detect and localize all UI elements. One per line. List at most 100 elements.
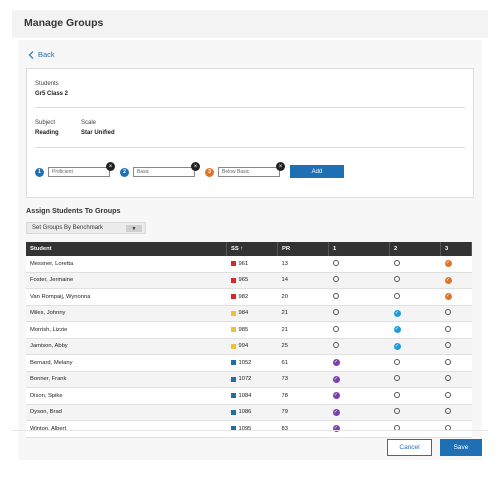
ss-cell: 1095	[226, 420, 278, 438]
radio-button[interactable]	[444, 309, 451, 316]
header-ss[interactable]: SS ↑	[226, 242, 278, 256]
cancel-button[interactable]: Cancel	[387, 439, 432, 456]
header-student[interactable]: Student	[26, 242, 227, 256]
selected-check-icon[interactable]: ✓	[444, 260, 452, 268]
footer-divider	[12, 430, 488, 431]
tier-name-input[interactable]: Below Basic ×	[218, 162, 285, 177]
subject-label: Subject	[35, 120, 56, 126]
group-1-cell	[328, 321, 390, 339]
radio-button[interactable]	[393, 276, 400, 283]
group-3-cell	[440, 404, 472, 421]
pr-value: 14	[277, 272, 329, 289]
tier-1: 1 Proficient ×	[35, 162, 115, 177]
radio-button[interactable]	[332, 276, 339, 283]
sort-up-icon: ↑	[240, 246, 244, 252]
radio-button[interactable]	[332, 292, 339, 299]
students-value: Gr5 Class 2	[35, 91, 69, 97]
add-group-button[interactable]: Add	[290, 165, 344, 178]
group-2-cell	[389, 256, 441, 273]
radio-button[interactable]	[393, 391, 400, 398]
student-name: Bernard, Melany	[26, 354, 227, 372]
subject-value: Reading	[35, 130, 59, 136]
student-name: Dixon, Spike	[26, 387, 227, 405]
selected-check-icon[interactable]: ✓	[332, 375, 340, 383]
table-row: Dyson, Brad 1086 79 ✓	[26, 404, 472, 421]
selected-check-icon[interactable]: ✓	[332, 408, 340, 416]
ss-value: 985	[238, 326, 249, 333]
tier-name-input[interactable]: Proficient ×	[48, 162, 115, 177]
radio-button[interactable]	[332, 259, 339, 266]
remove-tier-icon[interactable]: ×	[191, 162, 200, 171]
ss-value: 965	[238, 277, 249, 284]
radio-button[interactable]	[393, 358, 400, 365]
group-3-cell: ✓	[440, 288, 472, 306]
radio-button[interactable]	[444, 408, 451, 415]
header-group-1: 1	[328, 242, 390, 256]
radio-button[interactable]	[444, 358, 451, 365]
header-group-3: 3	[440, 242, 472, 256]
selected-check-icon[interactable]: ✓	[332, 359, 340, 367]
ss-cell: 982	[226, 288, 278, 306]
students-label: Students	[35, 81, 59, 87]
radio-button[interactable]	[393, 292, 400, 299]
student-name: Bonner, Frank	[26, 371, 227, 388]
selected-check-icon[interactable]: ✓	[444, 293, 452, 301]
header-pr[interactable]: PR	[277, 242, 329, 256]
selected-check-icon[interactable]: ✓	[444, 276, 452, 284]
group-3-cell	[440, 387, 472, 405]
page-title: Manage Groups	[24, 17, 104, 29]
ss-cell: 965	[226, 272, 278, 289]
remove-tier-icon[interactable]: ×	[106, 162, 115, 171]
benchmark-color-icon	[230, 409, 236, 415]
table-row: Jamison, Abby 994 25 ✓	[26, 338, 472, 355]
selected-check-icon[interactable]: ✓	[393, 342, 401, 350]
ss-cell: 1086	[226, 404, 278, 421]
radio-button[interactable]	[332, 309, 339, 316]
radio-button[interactable]	[444, 342, 451, 349]
pr-value: 21	[277, 305, 329, 322]
student-name: Jamison, Abby	[26, 338, 227, 355]
pr-value: 61	[277, 354, 329, 372]
back-link[interactable]: Back	[28, 50, 55, 59]
group-2-cell	[389, 288, 441, 306]
benchmark-color-icon	[230, 343, 236, 349]
radio-button[interactable]	[444, 325, 451, 332]
group-3-cell	[440, 305, 472, 322]
radio-button[interactable]	[393, 408, 400, 415]
divider	[35, 107, 465, 108]
ss-cell: 994	[226, 338, 278, 355]
group-2-cell	[389, 387, 441, 405]
scale-label: Scale	[81, 120, 97, 126]
selected-check-icon[interactable]: ✓	[332, 425, 340, 433]
radio-button[interactable]	[444, 375, 451, 382]
ss-value: 1072	[238, 376, 252, 383]
group-1-cell	[328, 338, 390, 355]
group-2-cell	[389, 272, 441, 289]
ss-value: 1086	[238, 409, 252, 416]
chevron-left-icon	[28, 50, 34, 59]
pr-value: 20	[277, 288, 329, 306]
tier-number-badge: 1	[35, 167, 44, 177]
pr-value: 13	[277, 256, 329, 273]
group-1-cell: ✓	[328, 354, 390, 372]
radio-button[interactable]	[444, 391, 451, 398]
table-header-row: Student SS ↑ PR 1 2 3	[26, 242, 472, 256]
radio-button[interactable]	[332, 325, 339, 332]
remove-tier-icon[interactable]: ×	[276, 162, 285, 171]
group-2-cell: ✓	[389, 305, 441, 322]
ss-cell: 1052	[226, 354, 278, 372]
selected-check-icon[interactable]: ✓	[393, 326, 401, 334]
selected-check-icon[interactable]: ✓	[393, 309, 401, 317]
save-button[interactable]: Save	[440, 439, 482, 456]
radio-button[interactable]	[393, 375, 400, 382]
tier-name-input[interactable]: Basic ×	[133, 162, 200, 177]
header-ss-label: SS	[231, 246, 239, 252]
tier-3: 3 Below Basic ×	[205, 162, 285, 177]
ss-cell: 1072	[226, 371, 278, 388]
radio-button[interactable]	[332, 342, 339, 349]
selected-check-icon[interactable]: ✓	[332, 392, 340, 400]
table-row: Miles, Johnny 984 21 ✓	[26, 305, 472, 322]
group-method-dropdown[interactable]: Set Groups By Benchmark ▼	[26, 222, 146, 234]
back-label: Back	[38, 50, 55, 59]
radio-button[interactable]	[393, 259, 400, 266]
